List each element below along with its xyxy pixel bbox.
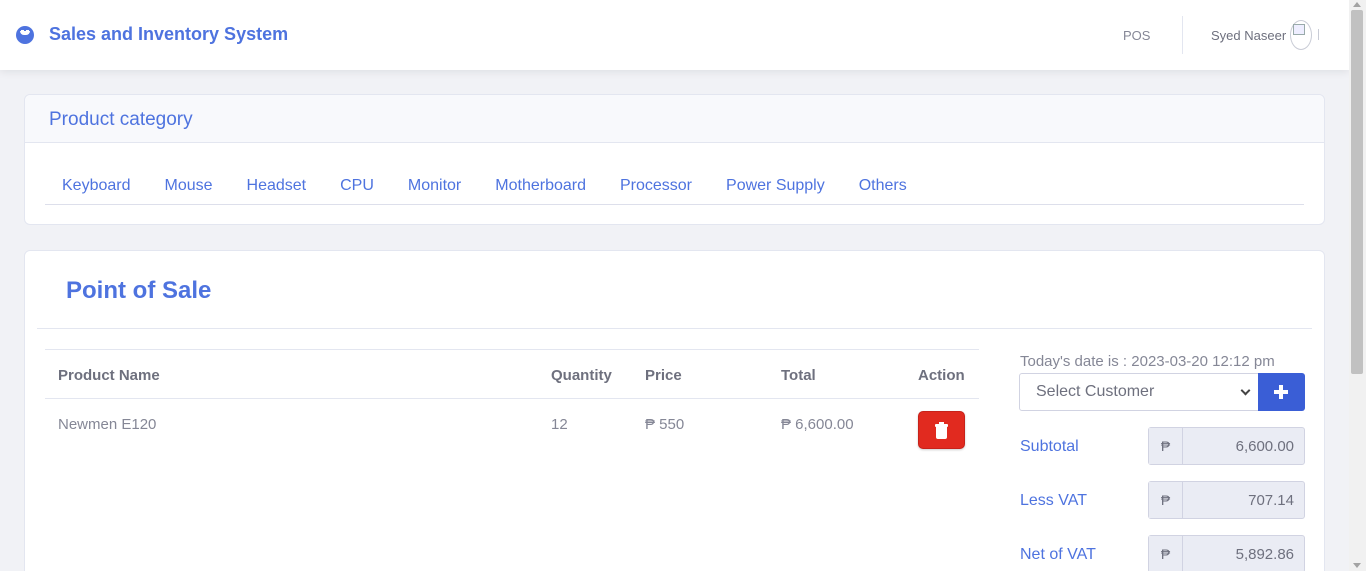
- delete-item-button[interactable]: [918, 411, 965, 449]
- column-header-action: Action: [918, 367, 965, 384]
- tab-cpu[interactable]: CPU: [323, 167, 391, 204]
- currency-addon: ₱: [1149, 428, 1183, 464]
- page-title: Point of Sale: [66, 277, 212, 304]
- tab-mouse[interactable]: Mouse: [148, 167, 230, 204]
- scrollbar-thumb[interactable]: [1351, 10, 1363, 374]
- product-category-title: Product category: [25, 95, 1324, 143]
- scroll-up-arrow-icon[interactable]: [1353, 2, 1361, 7]
- net-of-vat-label: Net of VAT: [1020, 546, 1096, 563]
- divider: [37, 328, 1312, 329]
- nav-pos-link[interactable]: POS: [1123, 28, 1150, 43]
- tab-keyboard[interactable]: Keyboard: [45, 167, 148, 204]
- subtotal-value: 6,600.00: [1235, 438, 1294, 455]
- brand-link[interactable]: Sales and Inventory System: [16, 24, 288, 45]
- column-header-total: Total: [781, 367, 816, 384]
- table-border: [45, 398, 979, 399]
- product-category-card: Product category Keyboard Mouse Headset …: [24, 94, 1325, 225]
- column-header-price: Price: [645, 367, 682, 384]
- topbar-divider: [1182, 16, 1183, 54]
- tab-power-supply[interactable]: Power Supply: [709, 167, 842, 204]
- scroll-down-arrow-icon[interactable]: [1353, 563, 1361, 568]
- laugh-face-icon: [16, 25, 34, 44]
- chevron-down-icon: [1240, 385, 1251, 396]
- subtotal-label: Subtotal: [1020, 438, 1079, 455]
- add-customer-button[interactable]: [1258, 373, 1305, 411]
- customer-select-value: Select Customer: [1036, 383, 1155, 400]
- tab-motherboard[interactable]: Motherboard: [478, 167, 603, 204]
- tab-processor[interactable]: Processor: [603, 167, 709, 204]
- net-of-vat-field: ₱ 5,892.86: [1148, 535, 1305, 571]
- cell-product-name: Newmen E120: [58, 416, 157, 433]
- net-of-vat-value: 5,892.86: [1235, 546, 1294, 563]
- tab-others[interactable]: Others: [842, 167, 924, 204]
- customer-select[interactable]: Select Customer: [1019, 373, 1259, 411]
- less-vat-field: ₱ 707.14: [1148, 481, 1305, 519]
- tab-monitor[interactable]: Monitor: [391, 167, 478, 204]
- cell-quantity: 12: [551, 416, 568, 433]
- topbar-edge: [1318, 29, 1319, 40]
- brand-title: Sales and Inventory System: [49, 24, 289, 44]
- currency-addon: ₱: [1149, 536, 1183, 571]
- avatar[interactable]: [1290, 20, 1312, 50]
- todays-date: Today's date is : 2023-03-20 12:12 pm: [1020, 353, 1275, 370]
- table-border: [45, 349, 979, 350]
- currency-addon: ₱: [1149, 482, 1183, 518]
- column-header-quantity: Quantity: [551, 367, 612, 384]
- topbar: Sales and Inventory System POS Syed Nase…: [0, 0, 1349, 70]
- cell-price: ₱ 550: [645, 416, 685, 433]
- cell-total: ₱ 6,600.00: [781, 416, 854, 433]
- column-header-product-name: Product Name: [58, 367, 160, 384]
- subtotal-field: ₱ 6,600.00: [1148, 427, 1305, 465]
- tab-headset[interactable]: Headset: [230, 167, 324, 204]
- less-vat-label: Less VAT: [1020, 492, 1087, 509]
- less-vat-value: 707.14: [1248, 492, 1294, 509]
- category-tabs: Keyboard Mouse Headset CPU Monitor Mothe…: [45, 167, 1304, 205]
- point-of-sale-card: Point of Sale Product Name Quantity Pric…: [24, 250, 1325, 571]
- user-name[interactable]: Syed Naseer: [1211, 28, 1286, 43]
